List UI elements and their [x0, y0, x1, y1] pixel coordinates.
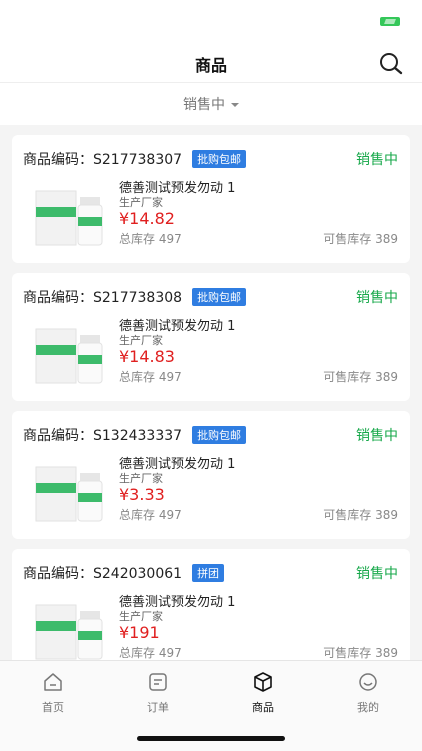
- total-stock-value: 497: [158, 370, 182, 384]
- product-maker: 生产厂家: [119, 610, 163, 623]
- product-maker: 生产厂家: [119, 196, 163, 209]
- product-code: S217738308: [93, 290, 183, 306]
- product-image: [35, 604, 103, 660]
- tab-label: 我的: [357, 701, 379, 714]
- home-indicator: [137, 736, 285, 741]
- tab-label: 商品: [252, 701, 274, 714]
- product-code-line: 商品编码：S217738308 批购包邮: [23, 287, 247, 307]
- sale-stock: 可售库存 389: [323, 368, 398, 385]
- product-code-label: 商品编码：: [23, 566, 93, 582]
- tab-profile[interactable]: 我的: [338, 671, 398, 715]
- product-price: ¥14.82: [119, 209, 175, 228]
- product-price: ¥191: [119, 623, 160, 642]
- product-image: [35, 328, 103, 384]
- page-title: 商品: [194, 56, 227, 75]
- status-filter-label: 销售中: [183, 97, 225, 113]
- product-card[interactable]: 商品编码：S242030061 拼团 销售中 德善测试预发勿动 1 生产厂家 ¥1…: [12, 549, 410, 660]
- product-status: 销售中: [356, 566, 398, 582]
- total-stock-label: 总库存: [119, 370, 156, 384]
- home-icon: [44, 673, 62, 691]
- status-filter-bar: 销售中: [0, 83, 422, 126]
- sale-stock: 可售库存 389: [323, 230, 398, 247]
- tab-orders[interactable]: 订单: [128, 671, 188, 715]
- product-status: 销售中: [356, 290, 398, 306]
- profile-icon: [359, 673, 377, 691]
- product-list[interactable]: 商品编码：S217738307 批购包邮 销售中 德善测试预发勿动 1 生产厂家 …: [0, 125, 422, 660]
- sale-stock-label: 可售库存: [323, 646, 372, 660]
- battery-icon: [380, 17, 400, 26]
- total-stock-value: 497: [158, 508, 182, 522]
- sale-stock-label: 可售库存: [323, 370, 372, 384]
- sale-stock-label: 可售库存: [323, 508, 372, 522]
- total-stock-label: 总库存: [119, 508, 156, 522]
- product-code-label: 商品编码：: [23, 152, 93, 168]
- tab-label: 首页: [42, 701, 64, 714]
- sale-stock: 可售库存 389: [323, 506, 398, 523]
- navigation-bar: 商品: [0, 44, 422, 83]
- total-stock-label: 总库存: [119, 646, 156, 660]
- sale-stock-label: 可售库存: [323, 232, 372, 246]
- product-maker: 生产厂家: [119, 472, 163, 485]
- product-maker: 生产厂家: [119, 334, 163, 347]
- product-code-line: 商品编码：S217738307 批购包邮: [23, 149, 247, 169]
- product-status: 销售中: [356, 152, 398, 168]
- box-icon: [254, 672, 272, 692]
- total-stock: 总库存 497: [119, 644, 182, 660]
- total-stock: 总库存 497: [119, 230, 182, 247]
- sale-stock-value: 389: [375, 646, 398, 660]
- total-stock: 总库存 497: [119, 368, 182, 385]
- product-price: ¥3.33: [119, 485, 165, 504]
- caret-down-icon: [231, 103, 239, 107]
- tab-label: 订单: [147, 701, 169, 714]
- product-card[interactable]: 商品编码：S217738307 批购包邮 销售中 德善测试预发勿动 1 生产厂家 …: [12, 135, 410, 263]
- search-icon: [380, 53, 403, 75]
- sale-stock-value: 389: [375, 232, 398, 246]
- status-filter-dropdown[interactable]: 销售中: [183, 94, 239, 114]
- promo-tag: 批购包邮: [192, 288, 247, 306]
- product-code-line: 商品编码：S242030061 拼团: [23, 563, 225, 583]
- promo-tag: 批购包邮: [192, 426, 247, 444]
- search-button[interactable]: [378, 51, 404, 75]
- sale-stock-value: 389: [375, 370, 398, 384]
- order-icon: [149, 673, 167, 691]
- product-code-label: 商品编码：: [23, 428, 93, 444]
- product-code: S242030061: [93, 566, 183, 582]
- promo-tag: 批购包邮: [192, 150, 247, 168]
- product-image: [35, 190, 103, 246]
- product-image: [35, 466, 103, 522]
- total-stock-label: 总库存: [119, 232, 156, 246]
- product-card[interactable]: 商品编码：S217738308 批购包邮 销售中 德善测试预发勿动 1 生产厂家 …: [12, 273, 410, 401]
- sale-stock: 可售库存 389: [323, 644, 398, 660]
- product-price: ¥14.83: [119, 347, 175, 366]
- tab-home[interactable]: 首页: [23, 671, 83, 715]
- total-stock-value: 497: [158, 646, 182, 660]
- product-code-label: 商品编码：: [23, 290, 93, 306]
- product-code-line: 商品编码：S132433337 批购包邮: [23, 425, 247, 445]
- product-code: S132433337: [93, 428, 183, 444]
- product-card[interactable]: 商品编码：S132433337 批购包邮 销售中 德善测试预发勿动 1 生产厂家 …: [12, 411, 410, 539]
- status-bar: [0, 0, 422, 44]
- product-status: 销售中: [356, 428, 398, 444]
- product-code: S217738307: [93, 152, 183, 168]
- sale-stock-value: 389: [375, 508, 398, 522]
- total-stock: 总库存 497: [119, 506, 182, 523]
- promo-tag: 拼团: [192, 564, 225, 582]
- total-stock-value: 497: [158, 232, 182, 246]
- tab-products[interactable]: 商品: [233, 671, 293, 715]
